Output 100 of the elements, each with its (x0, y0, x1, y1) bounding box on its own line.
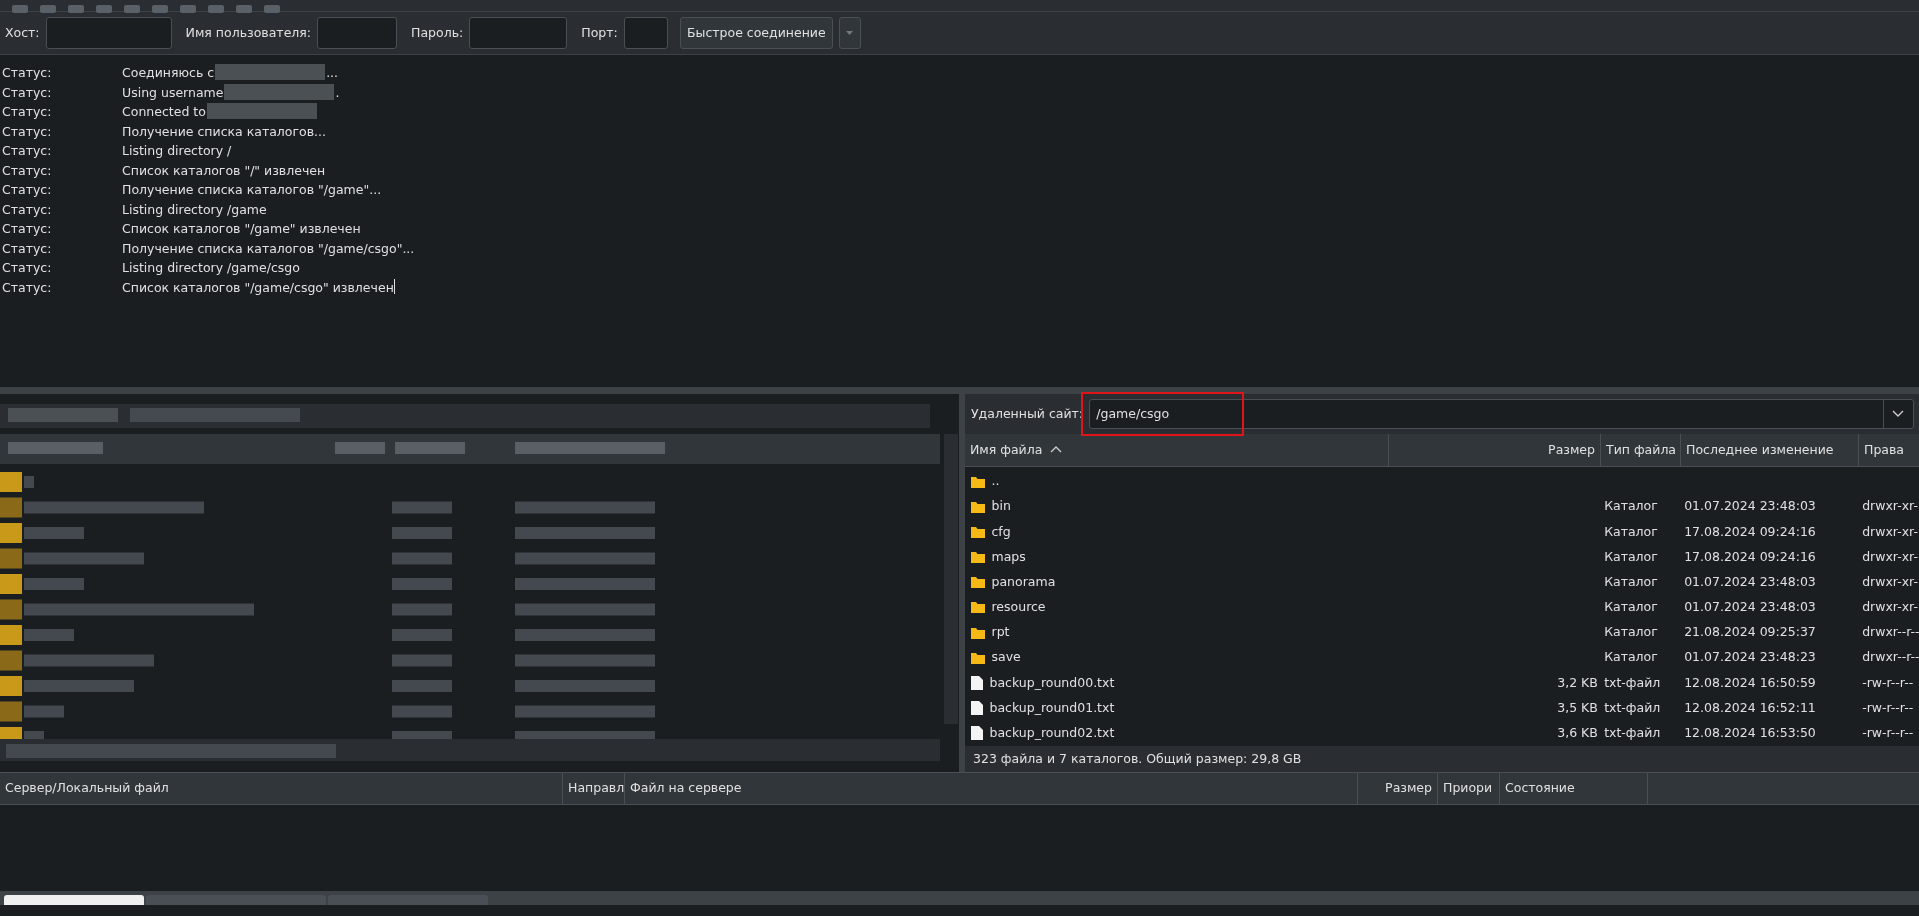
file-size: 3,5 KB (1557, 699, 1598, 715)
folder-icon (971, 576, 986, 589)
file-name[interactable]: backup_round01.txt (989, 698, 1115, 718)
file-name[interactable]: backup_round00.txt (989, 673, 1115, 693)
folder-icon (971, 475, 986, 488)
log-message: Список каталогов "/" извлечен (122, 161, 326, 180)
toolbar-icon[interactable] (236, 5, 252, 13)
file-name[interactable]: rpt (991, 623, 1010, 643)
column-header[interactable]: Последнее изменение (1681, 433, 1859, 466)
chevron-icon (1892, 410, 1905, 418)
column-header[interactable]: Имя файла (965, 433, 1389, 466)
input-field[interactable] (317, 17, 398, 49)
log-message: Получение списка каталогов... (122, 122, 326, 141)
permissions: drwxr-xr- (1862, 523, 1918, 539)
permissions: drwxr-xr- (1862, 548, 1918, 564)
log-type: Статус: (1, 161, 53, 180)
log-message: Соединяюсь с (122, 64, 215, 82)
input-field[interactable] (45, 17, 172, 49)
log-type: Статус: (1, 103, 53, 121)
log-type: Статус: (1, 239, 53, 258)
file-name[interactable]: .. (991, 472, 1000, 491)
file-type: Каталог (1604, 649, 1658, 665)
toolbar-icon[interactable] (180, 5, 196, 13)
log-message: Listing directory / (122, 142, 232, 160)
field-label: Хост: (5, 23, 40, 42)
permissions: -rw-r--r-- (1862, 725, 1914, 741)
input-field[interactable] (623, 17, 668, 49)
permissions: drwxr-xr- (1862, 599, 1918, 615)
input-field[interactable] (469, 17, 568, 49)
file-icon (971, 701, 984, 716)
tab[interactable] (146, 895, 326, 905)
log-type: Статус: (1, 200, 53, 219)
dropdown-button[interactable] (838, 17, 861, 49)
modified-date: 21.08.2024 09:25:37 (1684, 624, 1816, 640)
file-icon (971, 726, 984, 741)
folder-icon (971, 601, 986, 614)
file-type: Каталог (1604, 548, 1658, 564)
log-type: Статус: (1, 64, 53, 82)
file-name[interactable]: panorama (991, 572, 1056, 592)
file-name[interactable]: bin (991, 497, 1011, 517)
field-label: Имя пользователя: (185, 23, 312, 42)
field-label: Пароль: (411, 23, 464, 42)
file-name[interactable]: backup_round02.txt (989, 724, 1115, 743)
file-type: Каталог (1604, 573, 1658, 589)
column-header[interactable]: Размер (1389, 433, 1601, 466)
status-text: 323 файла и 7 каталогов. Общий размер: 29,8 GB (973, 749, 1302, 768)
toolbar-icon[interactable] (208, 5, 224, 13)
quickconnect-button[interactable]: Быстрое соединение (680, 17, 833, 49)
toolbar-icon[interactable] (40, 5, 56, 13)
folder-icon (971, 651, 986, 664)
toolbar-icon[interactable] (68, 5, 84, 13)
log-message: Получение списка каталогов "/game/csgo"... (122, 239, 415, 258)
file-name[interactable]: save (991, 648, 1021, 668)
toolbar-icon[interactable] (12, 5, 28, 13)
log-type: Статус: (1, 181, 53, 199)
folder-icon (971, 525, 986, 538)
column-header[interactable]: Размер (1358, 773, 1438, 804)
file-type: Каталог (1604, 599, 1658, 615)
tab[interactable] (4, 895, 144, 905)
modified-date: 17.08.2024 09:24:16 (1684, 523, 1816, 539)
log-type: Статус: (1, 142, 53, 160)
log-type: Статус: (1, 278, 53, 297)
log-type: Статус: (1, 83, 53, 102)
permissions: drwxr--r-- (1862, 649, 1919, 665)
toolbar-icon[interactable] (96, 5, 112, 13)
file-type: txt-файл (1604, 699, 1661, 715)
log-message: Listing directory /game (122, 200, 267, 219)
column-header[interactable]: Файл на сервере (625, 773, 1358, 804)
column-header[interactable]: Сервер/Локальный файл (0, 773, 563, 804)
modified-date: 12.08.2024 16:53:50 (1684, 725, 1816, 741)
path-field[interactable]: /game/csgo (1089, 399, 1914, 429)
modified-date: 12.08.2024 16:52:11 (1684, 699, 1816, 715)
modified-date: 01.07.2024 23:48:03 (1684, 573, 1816, 589)
file-name[interactable]: resource (991, 598, 1046, 617)
log-message: Получение списка каталогов "/game"... (122, 181, 382, 199)
column-header[interactable]: Тип файла (1601, 433, 1681, 466)
toolbar-icon[interactable] (264, 5, 280, 13)
log-type: Статус: (1, 259, 53, 277)
permissions: drwxr-xr- (1862, 498, 1918, 514)
log-message: ... (326, 64, 339, 82)
permissions: -rw-r--r-- (1862, 674, 1914, 690)
column-header[interactable]: Состояние (1500, 773, 1648, 804)
modified-date: 12.08.2024 16:50:59 (1684, 674, 1816, 690)
folder-icon (971, 500, 986, 513)
column-header[interactable]: Права (1859, 433, 1919, 466)
column-header[interactable]: Направл (563, 773, 625, 804)
log-type: Статус: (1, 220, 53, 238)
field-label: Порт: (581, 23, 618, 42)
toolbar-icon[interactable] (152, 5, 168, 13)
file-name[interactable]: cfg (991, 522, 1011, 542)
file-size: 3,2 KB (1557, 674, 1598, 690)
column-header[interactable]: Приори (1438, 773, 1500, 804)
file-type: Каталог (1604, 498, 1658, 514)
permissions: drwxr-xr- (1862, 573, 1918, 589)
caret-icon (846, 31, 854, 35)
permissions: -rw-r--r-- (1862, 699, 1914, 715)
log-message: Listing directory /game/csgo (122, 259, 300, 277)
toolbar-icon[interactable] (124, 5, 140, 13)
file-name[interactable]: maps (991, 547, 1026, 567)
tab[interactable] (328, 895, 488, 905)
